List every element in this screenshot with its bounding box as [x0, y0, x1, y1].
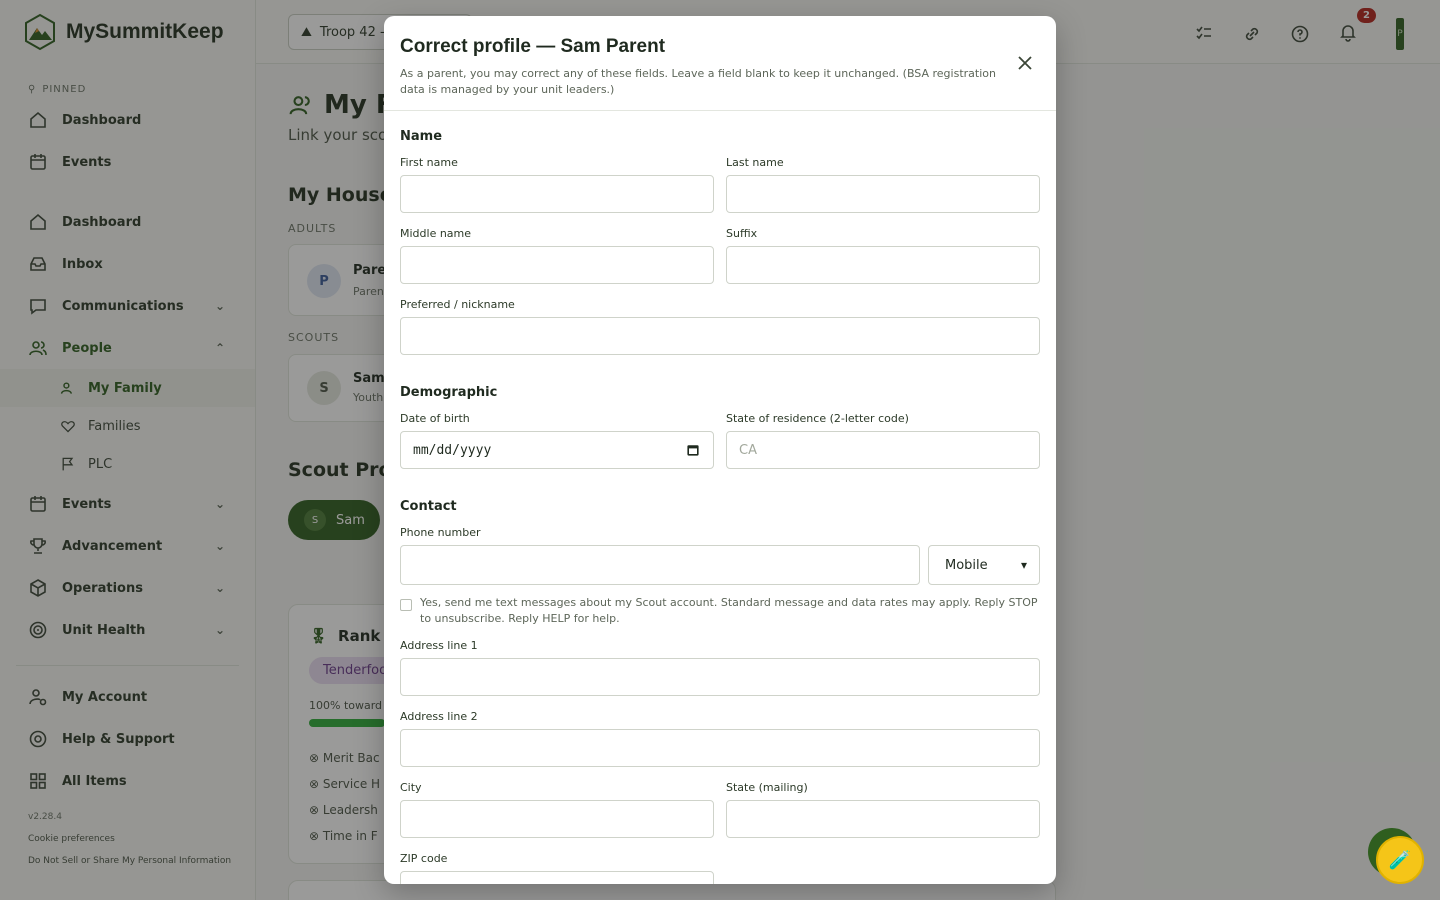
section-demographic-heading: Demographic — [400, 385, 498, 400]
nickname-field: Preferred / nickname — [400, 298, 1040, 355]
suffix-input[interactable] — [726, 246, 1040, 284]
correct-profile-dialog: Correct profile — Sam Parent As a parent… — [384, 16, 1056, 884]
zip-label: ZIP code — [400, 852, 448, 865]
dialog-body: Name First name Last name Middle name Su… — [384, 111, 1056, 884]
state-mailing-field: State (mailing) — [726, 781, 1040, 838]
phone-input[interactable] — [400, 545, 920, 585]
sms-consent: Yes, send me text messages about my Scou… — [400, 595, 1040, 627]
state-mailing-input[interactable] — [726, 800, 1040, 838]
close-icon[interactable] — [1014, 52, 1036, 74]
address1-field: Address line 1 — [400, 639, 1040, 696]
city-label: City — [400, 781, 422, 794]
calendar-icon[interactable] — [685, 442, 701, 458]
zip-field: ZIP code — [400, 852, 714, 884]
state-mailing-label: State (mailing) — [726, 781, 808, 794]
suffix-label: Suffix — [726, 227, 758, 240]
nickname-input[interactable] — [400, 317, 1040, 355]
last-name-input[interactable] — [726, 175, 1040, 213]
state-residence-input[interactable] — [726, 431, 1040, 469]
dialog-header: Correct profile — Sam Parent As a parent… — [384, 16, 1056, 111]
dob-input[interactable]: mm/dd/yyyy — [400, 431, 714, 469]
zip-input[interactable] — [400, 871, 714, 884]
dialog-title: Correct profile — Sam Parent — [400, 36, 666, 57]
last-name-field: Last name — [726, 156, 1040, 213]
address2-field: Address line 2 — [400, 710, 1040, 767]
first-name-label: First name — [400, 156, 458, 169]
address2-label: Address line 2 — [400, 710, 478, 723]
state-residence-label: State of residence (2-letter code) — [726, 412, 909, 425]
phone-field: Phone number Mobile ▾ — [400, 526, 1040, 585]
address1-input[interactable] — [400, 658, 1040, 696]
dob-field: Date of birth mm/dd/yyyy — [400, 412, 714, 469]
nickname-label: Preferred / nickname — [400, 298, 515, 311]
city-input[interactable] — [400, 800, 714, 838]
dialog-description: As a parent, you may correct any of thes… — [400, 67, 996, 96]
address2-input[interactable] — [400, 729, 1040, 767]
city-field: City — [400, 781, 714, 838]
sms-consent-text: Yes, send me text messages about my Scou… — [420, 596, 1038, 625]
dob-label: Date of birth — [400, 412, 470, 425]
phone-label: Phone number — [400, 526, 481, 539]
sms-consent-checkbox[interactable] — [400, 599, 412, 611]
test-tube-fab[interactable]: 🧪 — [1376, 836, 1424, 884]
first-name-input[interactable] — [400, 175, 714, 213]
test-tube-icon: 🧪 — [1388, 849, 1412, 871]
chevron-down-icon: ▾ — [1020, 558, 1027, 572]
middle-name-field: Middle name — [400, 227, 714, 284]
address1-label: Address line 1 — [400, 639, 478, 652]
phone-type-select[interactable]: Mobile ▾ — [928, 545, 1040, 585]
last-name-label: Last name — [726, 156, 784, 169]
first-name-field: First name — [400, 156, 714, 213]
suffix-field: Suffix — [726, 227, 1040, 284]
state-residence-field: State of residence (2-letter code) — [726, 412, 1040, 469]
middle-name-input[interactable] — [400, 246, 714, 284]
middle-name-label: Middle name — [400, 227, 472, 240]
section-name-heading: Name — [400, 129, 443, 144]
section-contact-heading: Contact — [400, 499, 457, 514]
